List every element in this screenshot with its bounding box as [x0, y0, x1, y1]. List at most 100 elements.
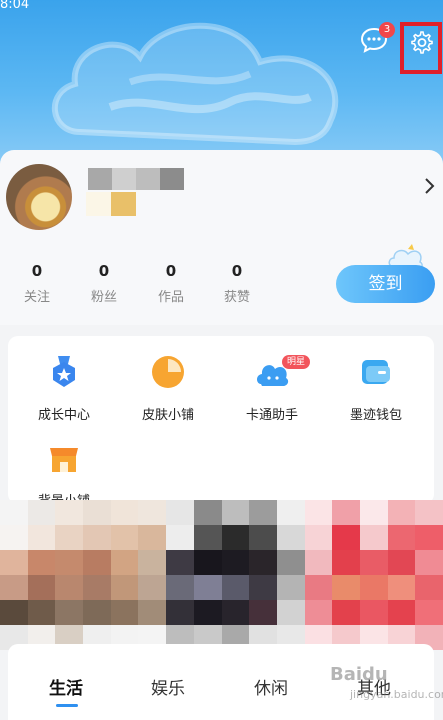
user-level-pixelated: [86, 192, 136, 216]
service-growth-center[interactable]: 成长中心: [14, 354, 114, 423]
wallet-icon: [362, 360, 390, 384]
mosaic-cell: [0, 575, 28, 600]
mosaic-cell: [166, 550, 194, 575]
service-background-shop[interactable]: 背景小铺: [14, 440, 114, 509]
service-skin-shop[interactable]: 皮肤小铺: [118, 354, 218, 423]
cloud-illustration: [51, 22, 339, 146]
mosaic-cell: [27, 525, 56, 550]
stat-value: 0: [31, 262, 43, 280]
mosaic-cell: [55, 575, 84, 600]
mosaic-cell: [249, 525, 277, 550]
stat-works[interactable]: 0 作品: [141, 262, 201, 305]
mosaic-cell: [359, 575, 388, 600]
stat-likes[interactable]: 0 获赞: [207, 262, 267, 305]
mosaic-cell: [110, 600, 139, 625]
mosaic-cell: [138, 525, 167, 550]
growth-medal-icon: [53, 356, 75, 387]
mosaic-cell: [249, 600, 277, 625]
mosaic-cell: [276, 550, 305, 575]
mosaic-cell: [332, 575, 360, 600]
mosaic-cell: [55, 550, 84, 575]
mosaic-cell: [83, 500, 111, 525]
mosaic-cell: [387, 600, 416, 625]
watermark-url: jingyan.baidu.com: [350, 688, 443, 701]
service-label: 墨迹钱包: [349, 408, 402, 423]
mosaic-cell: [83, 550, 111, 575]
service-label: 卡通助手: [245, 408, 298, 423]
stat-label: 关注: [23, 290, 50, 305]
mosaic-cell: [359, 550, 388, 575]
services-card: 成长中心 皮肤小铺 卡通助手 墨迹钱包 背景小铺: [8, 336, 434, 509]
mosaic-cell: [83, 575, 111, 600]
mosaic-cell: [110, 575, 139, 600]
mosaic-cell: [276, 575, 305, 600]
mosaic-cell: [166, 500, 194, 525]
mosaic-cell: [166, 525, 194, 550]
mosaic-cell: [387, 575, 416, 600]
stat-followers[interactable]: 0 粉丝: [74, 262, 134, 305]
mosaic-cell: [193, 600, 222, 625]
mosaic-cell: [249, 500, 277, 525]
background-shop-icon: [50, 448, 78, 472]
mosaic-cell: [193, 500, 222, 525]
mosaic-cell: [221, 500, 250, 525]
checkin-button[interactable]: 签到: [336, 265, 435, 303]
mosaic-cell: [276, 500, 305, 525]
mosaic-cell: [276, 525, 305, 550]
service-wallet[interactable]: 墨迹钱包: [326, 354, 426, 423]
username-pixelated: [88, 168, 184, 190]
mosaic-cell: [304, 550, 333, 575]
stat-following[interactable]: 0 关注: [7, 262, 67, 305]
banner-pixelated[interactable]: [0, 500, 443, 650]
mosaic-cell: [27, 550, 56, 575]
mosaic-cell: [55, 500, 84, 525]
mosaic-cell: [304, 600, 333, 625]
mosaic-cell: [138, 550, 167, 575]
mosaic-cell: [249, 575, 277, 600]
mosaic-cell: [193, 525, 222, 550]
stat-label: 粉丝: [90, 290, 117, 305]
active-tab-indicator: [56, 704, 78, 707]
mosaic-cell: [0, 525, 28, 550]
mosaic-cell: [415, 575, 443, 600]
mosaic-cell: [332, 550, 360, 575]
mosaic-cell: [138, 575, 167, 600]
mosaic-cell: [304, 500, 333, 525]
mosaic-cell: [415, 600, 443, 625]
mosaic-cell: [304, 575, 333, 600]
stat-label: 作品: [157, 290, 184, 305]
mosaic-cell: [166, 600, 194, 625]
mosaic-cell: [0, 600, 28, 625]
stat-value: 0: [98, 262, 110, 280]
mosaic-cell: [332, 500, 360, 525]
mosaic-cell: [138, 500, 167, 525]
mosaic-cell: [0, 550, 28, 575]
mosaic-cell: [332, 600, 360, 625]
skin-shop-icon: [152, 356, 184, 388]
mosaic-cell: [193, 550, 222, 575]
mosaic-cell: [83, 600, 111, 625]
mosaic-cell: [83, 525, 111, 550]
mosaic-cell: [387, 525, 416, 550]
stat-value: 0: [165, 262, 177, 280]
mosaic-cell: [166, 575, 194, 600]
mosaic-cell: [138, 600, 167, 625]
gear-icon: [411, 31, 433, 54]
mosaic-cell: [27, 600, 56, 625]
message-count-badge: 3: [379, 22, 395, 38]
mosaic-cell: [249, 550, 277, 575]
avatar[interactable]: [6, 164, 72, 230]
mosaic-cell: [387, 550, 416, 575]
mosaic-cell: [221, 575, 250, 600]
mosaic-cell: [0, 500, 28, 525]
tab-leisure[interactable]: 休闲: [254, 674, 288, 699]
profile-header: 8:04 3: [0, 0, 443, 170]
settings-button[interactable]: [400, 22, 442, 74]
mosaic-cell: [415, 550, 443, 575]
chevron-right-icon[interactable]: [424, 177, 436, 195]
mosaic-cell: [110, 500, 139, 525]
tab-entertainment[interactable]: 娱乐: [151, 674, 185, 699]
service-label: 皮肤小铺: [141, 408, 194, 423]
mosaic-cell: [27, 500, 56, 525]
tab-life[interactable]: 生活: [49, 674, 83, 699]
